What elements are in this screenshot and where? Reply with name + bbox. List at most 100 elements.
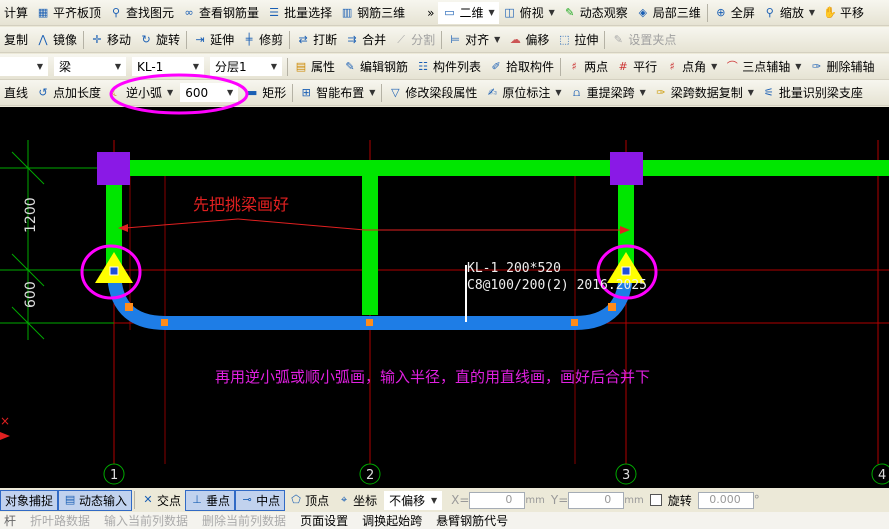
rect-icon: ▭ (444, 5, 455, 19)
calc-button[interactable]: 计算 (0, 2, 32, 24)
bottom-item[interactable]: 折叶路数据 (30, 512, 90, 529)
point-angle-dropdown[interactable]: ♯ 点角 ▼ (661, 56, 721, 78)
beam-label-name: KL-1 200*520 (467, 261, 561, 276)
rotate-checkbox[interactable] (649, 494, 662, 506)
move-button[interactable]: ✛ 移动 (86, 29, 135, 51)
view-rebar-qty-button[interactable]: ∞ 查看钢筋量 (178, 2, 263, 24)
parallel-icon: # (618, 59, 628, 73)
pan-button[interactable]: ✋ 平移 (819, 2, 868, 24)
stretch-button[interactable]: ⬚ 拉伸 (553, 29, 602, 51)
bottom-item[interactable]: 页面设置 (300, 512, 348, 529)
brush-icon: ✑ (656, 85, 666, 99)
three-point-axis-dropdown[interactable]: ⌒ 三点辅轴 ▼ (721, 56, 805, 78)
rotate-icon: ↻ (141, 32, 151, 46)
merge-icon: ⇉ (347, 32, 357, 46)
pick-component-button[interactable]: ✐ 拾取构件 (485, 56, 558, 78)
bottom-item[interactable]: 悬臂钢筋代号 (436, 512, 508, 529)
glasses-icon: ∞ (184, 5, 194, 19)
drawing-canvas[interactable]: 1200 600 KL-1 200*520 C8@100/200(2) 2016… (0, 107, 889, 488)
rotate-button[interactable]: ↻ 旋转 (135, 29, 184, 51)
line-button[interactable]: 直线 (0, 82, 32, 104)
delete-axis-button[interactable]: ✑ 删除辅轴 (805, 56, 878, 78)
angle-input[interactable]: 0.000 (697, 491, 754, 509)
copy-button[interactable]: 复制 (0, 29, 32, 51)
orbit-button[interactable]: ✎ 动态观察 (559, 2, 632, 24)
two-point-axis-button[interactable]: ♯ 两点 (563, 56, 612, 78)
axis-label-3: 3 (622, 468, 630, 483)
grip-point[interactable] (109, 266, 119, 276)
cross-icon: ✕ (143, 493, 153, 506)
batch-select-button[interactable]: ☰ 批量选择 (263, 2, 336, 24)
top-view-dropdown[interactable]: ◫ 俯视 ▼ (499, 2, 559, 24)
local-3d-button[interactable]: ◈ 局部三维 (632, 2, 705, 24)
x-input[interactable]: 0 (469, 491, 526, 509)
point-length-button[interactable]: ↺ 点加长度 (32, 82, 105, 104)
fullscreen-button[interactable]: ⊕ 全屏 (710, 2, 759, 24)
more-button[interactable]: » (423, 2, 438, 24)
offset-button[interactable]: ☁ 偏移 (504, 29, 553, 51)
divider (186, 30, 188, 49)
component-list-button[interactable]: ☷ 构件列表 (412, 56, 485, 78)
align-dropdown[interactable]: ⊨ 对齐 ▼ (444, 29, 504, 51)
batch-identify-support-button[interactable]: ⚟ 批量识别梁支座 (758, 82, 867, 104)
x-label: X= (451, 493, 470, 507)
batch-icon: ☰ (269, 5, 279, 19)
cube-icon: ◫ (504, 5, 515, 19)
slab-icon: ▦ (37, 5, 49, 19)
bottom-item[interactable]: 输入当前列数据 (104, 512, 188, 529)
parallel-axis-button[interactable]: # 平行 (612, 56, 661, 78)
edit-rebar-button[interactable]: ✎ 编辑钢筋 (339, 56, 412, 78)
bottom-item[interactable]: 杆 (4, 512, 16, 529)
y-label: Y= (550, 493, 569, 507)
two-point-icon: ♯ (571, 59, 577, 73)
local-3d-icon: ◈ (638, 5, 648, 19)
bottom-item[interactable]: 删除当前列数据 (202, 512, 286, 529)
midpoint-snap-toggle[interactable]: ⊸ 中点 (235, 489, 286, 511)
break-button[interactable]: ⇄ 打断 (292, 29, 341, 51)
grip-point[interactable] (621, 266, 631, 276)
pentagon-icon: ⬠ (291, 493, 301, 506)
split-button[interactable]: ⟋ 分割 (390, 29, 439, 51)
extend-button[interactable]: ⇥ 延伸 (189, 29, 238, 51)
divider (706, 3, 708, 22)
intersection-snap-toggle[interactable]: ✕ 交点 (137, 490, 185, 511)
orbit-icon: ✎ (565, 5, 575, 19)
properties-button[interactable]: ▤ 属性 (290, 56, 339, 78)
eyedropper-icon: ✐ (491, 59, 501, 73)
zoom-dropdown[interactable]: ⚲ 缩放 ▼ (759, 2, 819, 24)
dynamic-input-toggle[interactable]: ▤ 动态输入 (58, 489, 133, 511)
offset-select[interactable]: 不偏移 ▼ (384, 490, 443, 510)
modify-span-props-button[interactable]: ▽ 修改梁段属性 (384, 82, 481, 104)
note-draw-cantilever: 先把挑梁画好 (193, 195, 289, 214)
midpoint-icon: ⊸ (242, 493, 252, 506)
view-2d-dropdown[interactable]: ▭ 二维 ▼ (438, 1, 499, 24)
smart-layout-dropdown[interactable]: ⊞ 智能布置 ▼ (295, 82, 379, 104)
dimension-lines (0, 140, 114, 340)
divider (560, 57, 562, 76)
set-grip-button[interactable]: ✎ 设置夹点 (607, 29, 680, 51)
bottom-item[interactable]: 调换起始跨 (362, 512, 422, 529)
y-input[interactable]: 0 (568, 491, 625, 509)
divider (441, 30, 443, 49)
re-extract-span-dropdown[interactable]: ⩍ 重提梁跨 ▼ (566, 82, 650, 104)
list-icon: ☷ (418, 59, 428, 73)
floor-select[interactable]: ▼ (0, 57, 48, 76)
find-element-button[interactable]: ⚲ 查找图元 (105, 2, 178, 24)
object-snap-toggle[interactable]: 对象捕捉 (0, 489, 59, 511)
mirror-button[interactable]: ⋀ 镜像 (32, 29, 81, 51)
divider (134, 491, 136, 509)
trim-button[interactable]: ╪ 修剪 (238, 29, 287, 51)
divider (287, 57, 288, 76)
merge-button[interactable]: ⇉ 合并 (341, 29, 390, 51)
coordinate-snap-toggle[interactable]: ⌖ 坐标 (333, 490, 381, 511)
axis-bubbles (103, 463, 889, 485)
rebar-3d-button[interactable]: ▥ 钢筋三维 (336, 2, 409, 24)
vertex-snap-toggle[interactable]: ⬠ 顶点 (285, 490, 333, 511)
align-slab-top-button[interactable]: ▦ 平齐板顶 (32, 2, 105, 24)
in-situ-annotation-dropdown[interactable]: ✍ 原位标注 ▼ (481, 82, 565, 104)
span-icon: ⩍ (573, 85, 581, 99)
column (610, 152, 643, 185)
copy-span-data-dropdown[interactable]: ✑ 梁跨数据复制 ▼ (650, 82, 758, 104)
axis-label-4: 4 (878, 468, 886, 483)
perpendicular-snap-toggle[interactable]: ⊥ 垂点 (185, 489, 236, 511)
